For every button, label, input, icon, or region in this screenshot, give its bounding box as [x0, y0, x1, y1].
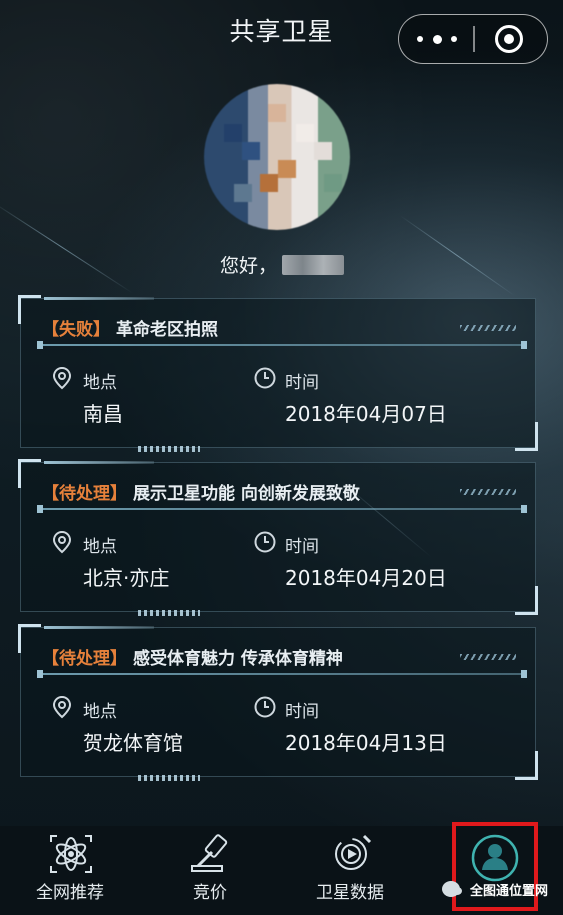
dots-decoration	[138, 775, 200, 781]
time-value: 2018年04月13日	[285, 731, 447, 755]
dots-decoration	[138, 610, 200, 616]
frame-corner	[515, 586, 538, 615]
tab-label: 卫星数据	[316, 883, 384, 903]
card-divider	[37, 341, 527, 349]
task-name: 展示卫星功能 向创新发展致敬	[133, 484, 360, 504]
navigation-bar: 共享卫星	[0, 0, 563, 64]
mini-program-capsule[interactable]	[398, 14, 548, 64]
task-card[interactable]: 【失败】 革命老区拍照 地点 南昌 时间 2018年04月07日	[18, 295, 538, 452]
clock-icon	[254, 696, 276, 718]
task-status: 【待处理】	[42, 484, 127, 504]
time-value: 2018年04月20日	[285, 566, 447, 590]
time-label: 时间	[254, 696, 319, 722]
tab-satellite-data[interactable]: 卫星数据	[300, 826, 400, 915]
more-dots-icon[interactable]	[417, 30, 457, 48]
location-label: 地点	[52, 695, 117, 722]
location-value: 北京·亦庄	[83, 566, 170, 590]
time-label: 时间	[254, 367, 319, 393]
frame-accent	[44, 626, 154, 629]
card-divider	[37, 670, 527, 678]
wechat-logo-icon	[442, 881, 462, 897]
hatch-decoration	[460, 325, 516, 331]
location-label: 地点	[52, 530, 117, 557]
frame-accent	[44, 297, 154, 300]
watermark: 全图通位置网	[442, 878, 560, 900]
capsule-divider	[473, 26, 475, 52]
task-status: 【待处理】	[42, 649, 127, 669]
frame-corner	[18, 295, 41, 324]
frame-corner	[18, 459, 41, 488]
task-heading: 【待处理】 感受体育魅力 传承体育精神	[42, 644, 343, 669]
dots-decoration	[138, 446, 200, 452]
watermark-text: 全图通位置网	[470, 883, 549, 899]
task-name: 感受体育魅力 传承体育精神	[133, 649, 343, 669]
satellite-play-icon	[335, 834, 372, 870]
clock-icon	[254, 367, 276, 389]
blurred-username	[282, 255, 344, 275]
capsule-close-icon[interactable]	[495, 25, 523, 53]
time-value: 2018年04月07日	[285, 402, 447, 426]
location-pin-icon	[52, 695, 72, 719]
frame-corner	[515, 422, 538, 451]
clock-icon	[254, 531, 276, 553]
task-status: 【失败】	[42, 320, 110, 340]
tab-bidding[interactable]: 竞价	[160, 826, 260, 915]
tab-label: 全网推荐	[36, 883, 104, 903]
tab-recommend[interactable]: 全网推荐	[20, 826, 120, 915]
hatch-decoration	[460, 489, 516, 495]
frame-corner	[18, 624, 41, 653]
atom-icon	[50, 835, 92, 873]
task-card[interactable]: 【待处理】 感受体育魅力 传承体育精神 地点 贺龙体育馆 时间 2018年04月1…	[18, 624, 538, 781]
frame-accent	[44, 461, 154, 464]
card-divider	[37, 505, 527, 513]
time-label: 时间	[254, 531, 319, 557]
location-label: 地点	[52, 366, 117, 393]
avatar[interactable]	[204, 84, 350, 230]
location-value: 南昌	[83, 402, 123, 426]
greeting-text: 您好，	[220, 255, 278, 277]
task-card[interactable]: 【待处理】 展示卫星功能 向创新发展致敬 地点 北京·亦庄 时间 2018年04月…	[18, 459, 538, 616]
frame-corner	[515, 751, 538, 780]
location-pin-icon	[52, 530, 72, 554]
task-name: 革命老区拍照	[116, 320, 218, 340]
tab-label: 竞价	[193, 883, 227, 903]
gavel-icon	[191, 834, 228, 872]
task-heading: 【待处理】 展示卫星功能 向创新发展致敬	[42, 479, 360, 504]
task-heading: 【失败】 革命老区拍照	[42, 315, 218, 340]
hatch-decoration	[460, 654, 516, 660]
location-value: 贺龙体育馆	[83, 731, 183, 755]
location-pin-icon	[52, 366, 72, 390]
